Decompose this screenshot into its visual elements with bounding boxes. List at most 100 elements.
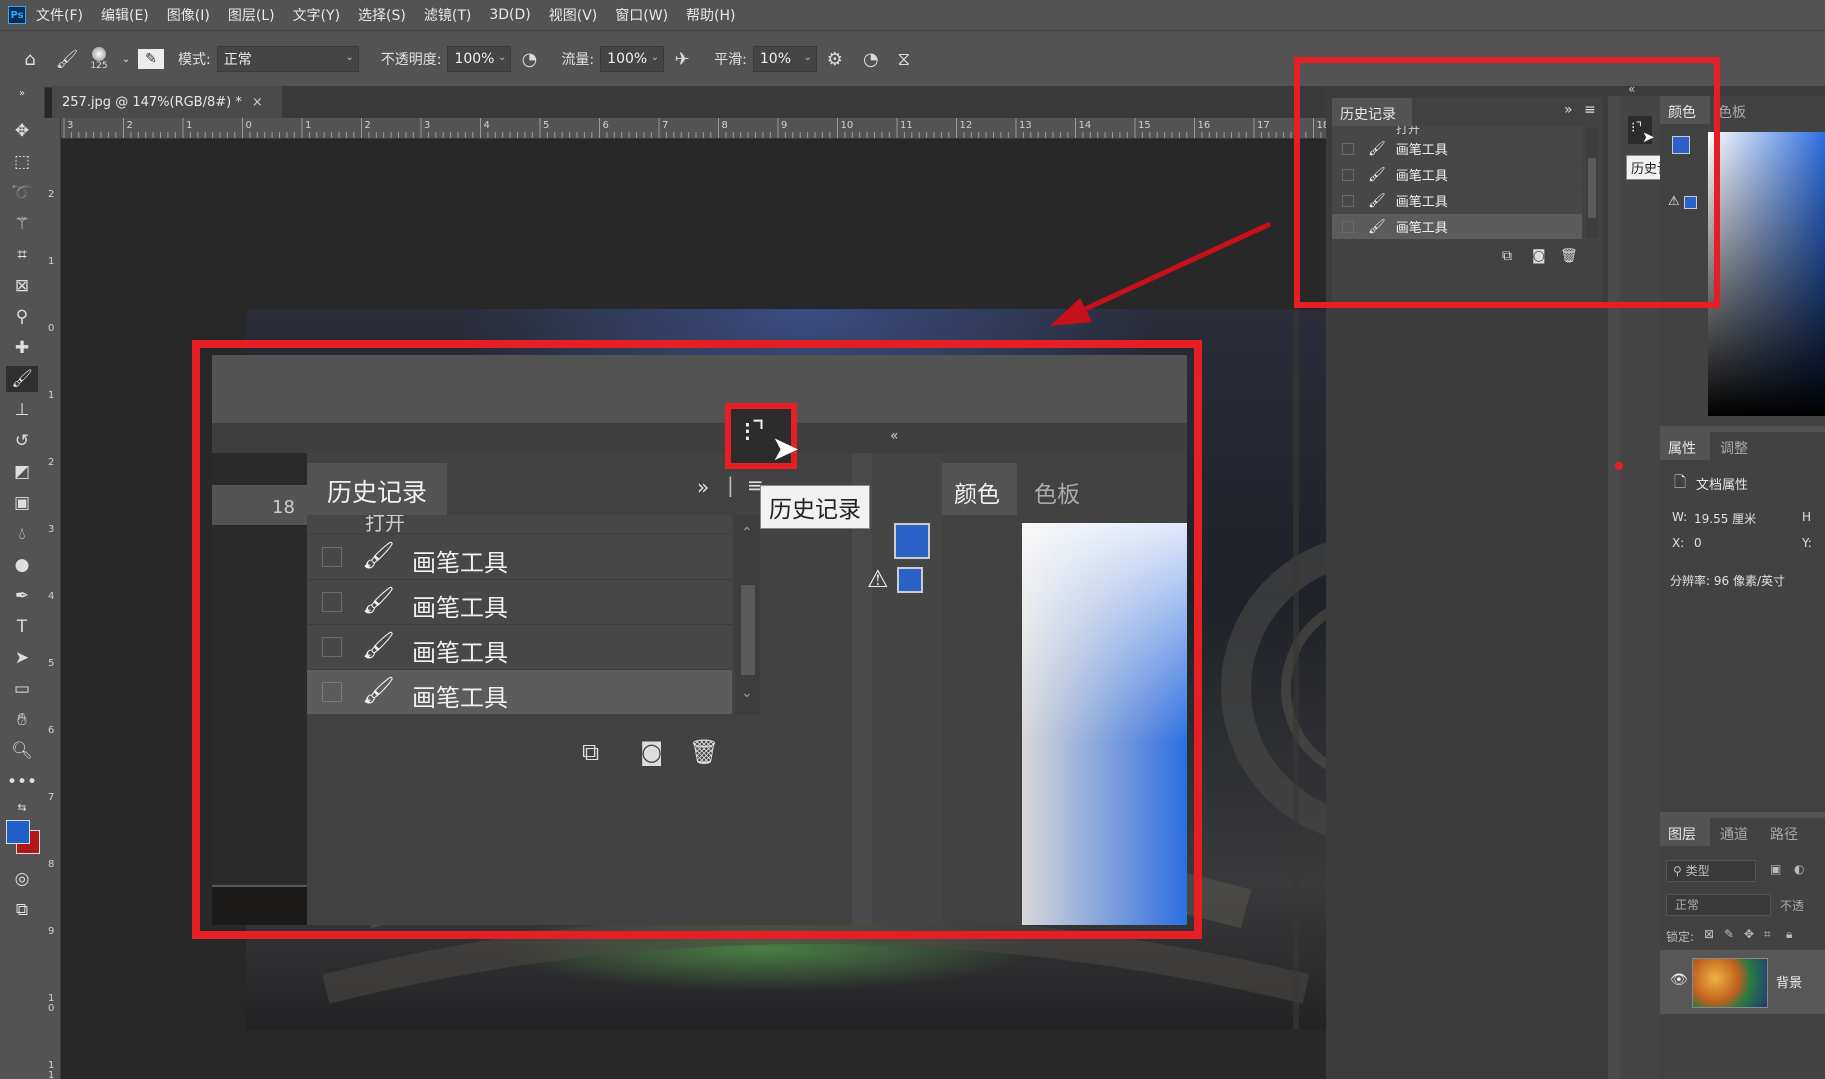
gradient-tool-icon[interactable]: ▣ — [6, 490, 38, 516]
ruler-h-label: 10 — [840, 120, 854, 131]
ruler-v-label: 2 — [48, 189, 55, 200]
mode-value: 正常 — [223, 52, 252, 68]
color-field[interactable] — [1708, 132, 1825, 416]
menu-view[interactable]: 视图(V) — [549, 5, 598, 25]
blend-mode-value: 正常 — [1675, 898, 1700, 912]
layer-row-background[interactable]: 👁︎ 背景 — [1660, 950, 1825, 1014]
path-selection-tool-icon[interactable]: ➤ — [6, 645, 38, 671]
ruler-v-label: 3 — [48, 524, 55, 535]
menu-filter[interactable]: 滤镜(T) — [424, 5, 471, 25]
frame-tool-icon[interactable]: ⊠ — [6, 273, 38, 299]
image-filter-icon[interactable]: ▣ — [1770, 862, 1781, 876]
menu-type[interactable]: 文字(Y) — [293, 5, 340, 25]
x-value: 0 — [1694, 536, 1702, 550]
marquee-tool-icon[interactable]: ⬚ — [6, 149, 38, 175]
collapse-toolbar-icon[interactable]: » — [6, 86, 38, 100]
opacity-input[interactable]: 100% ⌄ — [447, 46, 512, 72]
crop-tool-icon[interactable]: ⌗ — [6, 242, 38, 268]
adjustments-tab[interactable]: 调整 — [1720, 438, 1748, 458]
more-tools-icon[interactable]: ••• — [6, 769, 38, 795]
dodge-tool-icon[interactable]: ● — [6, 552, 38, 578]
pressure-opacity-icon[interactable]: ◔ — [511, 49, 547, 70]
quick-mask-icon[interactable]: ◎ — [6, 866, 38, 892]
pressure-size-icon[interactable]: ◔ — [853, 49, 889, 70]
stamp-tool-icon[interactable]: ⊥ — [6, 397, 38, 423]
blur-tool-icon[interactable]: 💧︎ — [6, 521, 38, 547]
healing-brush-tool-icon[interactable]: ✚ — [6, 335, 38, 361]
lock-pixels-icon[interactable]: ⊠ — [1704, 927, 1714, 941]
rectangle-tool-icon[interactable]: ▭ — [6, 676, 38, 702]
move-tool-icon[interactable]: ✥ — [6, 118, 38, 144]
ruler-h-label: 7 — [662, 120, 669, 131]
lock-all-icon[interactable]: 🔒︎ — [1786, 927, 1792, 942]
eye-visibility-icon[interactable]: 👁︎ — [1670, 972, 1688, 988]
y-label: Y: — [1802, 536, 1812, 550]
home-icon[interactable]: ⌂ — [10, 49, 50, 70]
paths-tab[interactable]: 路径 — [1770, 824, 1798, 844]
ruler-ticks — [63, 118, 1322, 138]
screen-mode-icon[interactable]: ⧉ — [6, 897, 38, 923]
brush-size-picker[interactable]: 125 — [84, 47, 114, 71]
ruler-v-label: 5 — [48, 658, 55, 669]
channels-tab[interactable]: 通道 — [1720, 824, 1748, 844]
ruler-v-label: 1 — [48, 390, 55, 401]
magic-wand-tool-icon[interactable]: ⚚ — [6, 211, 38, 237]
document-tab-bar: 257.jpg @ 147%(RGB/8#) * × — [52, 86, 1326, 118]
ruler-v-label: 4 — [48, 591, 55, 602]
history-brush-tool-icon[interactable]: ↺ — [6, 428, 38, 454]
flow-input[interactable]: 100% ⌄ — [600, 46, 665, 72]
pointer-arrow — [1050, 221, 1272, 326]
menu-select[interactable]: 选择(S) — [358, 5, 406, 25]
swap-colors-icon[interactable]: ⇆ — [6, 798, 38, 816]
close-icon[interactable]: × — [252, 95, 263, 110]
menu-window[interactable]: 窗口(W) — [615, 5, 668, 25]
swatches-tab[interactable]: 色板 — [1718, 102, 1746, 122]
history-highlight-frame — [1294, 57, 1720, 308]
brush-panel-toggle-icon[interactable]: ✎ — [138, 49, 164, 69]
eraser-tool-icon[interactable]: ◩ — [6, 459, 38, 485]
lock-brush-icon[interactable]: ✎ — [1724, 927, 1734, 941]
airbrush-icon[interactable]: ✈︎ — [664, 49, 700, 70]
type-tool-icon[interactable]: T — [6, 614, 38, 640]
menu-bar: Ps 文件(F) 编辑(E) 图像(I) 图层(L) 文字(Y) 选择(S) 滤… — [0, 0, 1825, 30]
menu-help[interactable]: 帮助(H) — [686, 5, 735, 25]
resolution-text: 分辨率: 96 像素/英寸 — [1670, 574, 1785, 588]
vertical-ruler: 2101234567891 01 1 — [44, 118, 61, 1079]
ruler-h-label: 15 — [1138, 120, 1151, 131]
ruler-v-label: 6 — [48, 725, 55, 736]
lock-position-icon[interactable]: ✥ — [1744, 927, 1754, 941]
pen-tool-icon[interactable]: ✒ — [6, 583, 38, 609]
layers-tab[interactable]: 图层 — [1660, 818, 1710, 846]
ruler-h-label: 2 — [126, 120, 133, 131]
mode-select[interactable]: 正常 ⌄ — [216, 46, 359, 72]
foreground-color-swatch[interactable] — [6, 820, 30, 844]
chevron-down-icon[interactable]: ⌄ — [114, 54, 138, 65]
layer-filter-select[interactable]: ⚲ 类型 — [1666, 860, 1756, 882]
brush-preset-icon[interactable]: 🖌︎ — [50, 49, 84, 70]
symmetry-icon[interactable]: ⧖ — [889, 49, 919, 70]
hand-tool-icon[interactable]: ✋︎ — [6, 707, 38, 733]
blend-mode-select[interactable]: 正常 — [1666, 894, 1771, 916]
eyedropper-tool-icon[interactable]: ⚲ — [6, 304, 38, 330]
properties-tab[interactable]: 属性 — [1660, 432, 1710, 460]
menu-file[interactable]: 文件(F) — [36, 5, 83, 25]
smoothing-input[interactable]: 10% ⌄ — [752, 46, 817, 72]
tools-panel: » ✥ ⬚ ➰ ⚚ ⌗ ⊠ ⚲ ✚ 🖌︎ ⊥ ↺ ◩ ▣ 💧︎ ● ✒ T ➤ … — [0, 86, 45, 1079]
opacity-short-label: 不透 — [1780, 899, 1805, 913]
menu-edit[interactable]: 编辑(E) — [101, 5, 149, 25]
photoshop-logo-icon[interactable]: Ps — [8, 6, 26, 24]
ruler-h-label: 9 — [781, 120, 788, 131]
lock-artboard-icon[interactable]: ⌗ — [1764, 927, 1771, 942]
brush-tool-icon[interactable]: 🖌︎ — [6, 366, 38, 392]
menu-layer[interactable]: 图层(L) — [228, 5, 275, 25]
ruler-h-label: 11 — [900, 120, 913, 131]
adjustment-filter-icon[interactable]: ◐ — [1794, 862, 1804, 876]
document-tab[interactable]: 257.jpg @ 147%(RGB/8#) * × — [52, 86, 282, 118]
gear-icon[interactable]: ⚙ — [817, 49, 853, 70]
zoom-tool-icon[interactable]: 🔍︎ — [6, 738, 38, 764]
menu-3d[interactable]: 3D(D) — [489, 7, 530, 23]
ruler-h-label: 16 — [1197, 120, 1211, 131]
menu-image[interactable]: 图像(I) — [167, 5, 210, 25]
lasso-tool-icon[interactable]: ➰ — [6, 180, 38, 206]
ruler-v-label: 1 — [48, 256, 55, 267]
